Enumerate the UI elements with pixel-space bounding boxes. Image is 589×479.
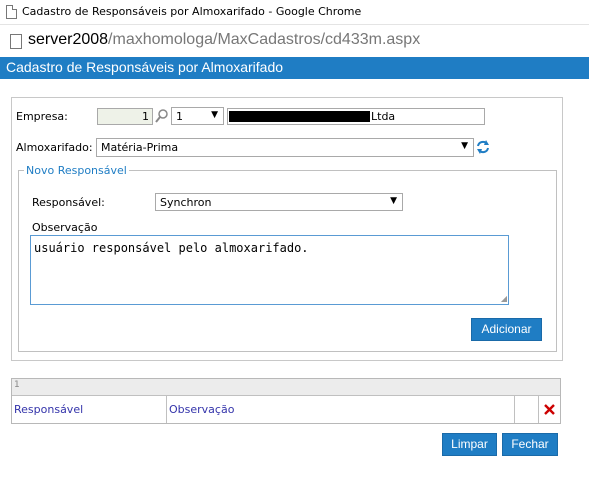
responsavel-value: Synchron	[160, 196, 212, 209]
page-header: Cadastro de Responsáveis por Almoxarifad…	[0, 57, 589, 79]
chevron-down-icon: ▼	[390, 196, 397, 206]
almoxarifado-value: Matéria-Prima	[101, 141, 179, 154]
almoxarifado-select[interactable]: Matéria-Prima ▼	[96, 138, 474, 157]
responsaveis-grid: 1 Responsável Observação	[11, 378, 561, 424]
address-bar[interactable]: server2008/maxhomologa/MaxCadastros/cd43…	[0, 25, 589, 57]
limpar-button[interactable]: Limpar	[442, 433, 497, 456]
refresh-icon[interactable]	[476, 139, 490, 155]
pager-page-number[interactable]: 1	[14, 380, 20, 390]
chevron-down-icon: ▼	[211, 110, 218, 120]
adicionar-button[interactable]: Adicionar	[471, 318, 542, 341]
page-icon	[6, 5, 17, 19]
column-header-responsavel[interactable]: Responsável	[12, 396, 167, 423]
empresa-name-field: Ltda	[227, 108, 485, 125]
window-title-bar: Cadastro de Responsáveis por Almoxarifad…	[0, 0, 589, 25]
search-icon[interactable]	[155, 108, 169, 124]
observacao-label: Observação	[32, 221, 98, 234]
empresa-code-input[interactable]: 1	[97, 108, 153, 125]
column-header-observacao[interactable]: Observação	[167, 396, 515, 423]
empresa-label: Empresa:	[16, 110, 68, 123]
observacao-textarea[interactable]: usuário responsável pelo almoxarifado. ◢	[30, 235, 509, 305]
resize-grip-icon[interactable]: ◢	[501, 294, 507, 303]
redacted-name	[229, 111, 370, 122]
empresa-select-value: 1	[176, 110, 183, 123]
empresa-name-suffix: Ltda	[371, 110, 396, 123]
column-header-blank	[515, 396, 539, 423]
column-header-label: Observação	[169, 403, 235, 416]
fechar-button[interactable]: Fechar	[502, 433, 558, 456]
empresa-code-value: 1	[142, 110, 149, 123]
document-icon	[10, 34, 22, 49]
url-text[interactable]: server2008/maxhomologa/MaxCadastros/cd43…	[28, 31, 420, 49]
url-path: /maxhomologa/MaxCadastros/cd433m.aspx	[108, 31, 421, 48]
almoxarifado-label: Almoxarifado:	[16, 141, 93, 154]
empresa-select[interactable]: 1 ▼	[171, 107, 224, 125]
chevron-down-icon: ▼	[461, 141, 468, 151]
delete-icon	[544, 404, 555, 415]
novo-responsavel-legend: Novo Responsável	[26, 164, 127, 177]
column-header-label: Responsável	[14, 403, 84, 416]
observacao-text: usuário responsável pelo almoxarifado.	[34, 241, 309, 255]
responsavel-label: Responsável:	[32, 196, 105, 209]
window-title: Cadastro de Responsáveis por Almoxarifad…	[22, 5, 362, 18]
url-host: server2008	[28, 31, 109, 48]
grid-pager[interactable]: 1	[12, 379, 560, 396]
page-title: Cadastro de Responsáveis por Almoxarifad…	[6, 59, 284, 75]
column-header-delete[interactable]	[539, 396, 560, 423]
responsavel-select[interactable]: Synchron ▼	[155, 193, 403, 211]
